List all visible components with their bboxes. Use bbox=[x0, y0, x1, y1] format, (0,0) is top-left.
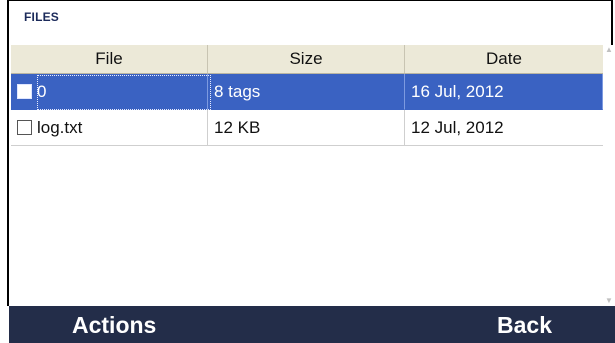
file-name: 0 bbox=[37, 81, 47, 101]
file-cell[interactable]: log.txt bbox=[11, 110, 208, 146]
table-row[interactable]: 0 8 tags 16 Jul, 2012 bbox=[11, 74, 603, 110]
size-cell: 8 tags bbox=[208, 74, 405, 110]
softkey-bar: Actions Back bbox=[9, 306, 615, 343]
table-row[interactable]: log.txt 12 KB 12 Jul, 2012 bbox=[11, 110, 603, 146]
file-cell[interactable]: 0 bbox=[11, 74, 208, 110]
page-title: FILES bbox=[24, 10, 60, 24]
date-cell: 16 Jul, 2012 bbox=[405, 74, 603, 110]
file-browser-screen: FILES File Size Date 0 8 tags 16 Jul, 20… bbox=[0, 0, 615, 343]
column-header-date[interactable]: Date bbox=[405, 45, 603, 73]
back-button[interactable]: Back bbox=[497, 312, 552, 339]
checkbox-icon[interactable] bbox=[17, 84, 32, 99]
file-name: log.txt bbox=[37, 117, 83, 137]
vertical-scrollbar[interactable]: ▲ ▼ bbox=[605, 45, 613, 306]
scroll-up-arrow-icon[interactable]: ▲ bbox=[605, 45, 613, 55]
files-panel: FILES File Size Date 0 8 tags 16 Jul, 20… bbox=[7, 0, 613, 306]
table-header: File Size Date bbox=[11, 45, 603, 74]
column-header-file[interactable]: File bbox=[11, 45, 208, 73]
scroll-down-arrow-icon[interactable]: ▼ bbox=[605, 296, 613, 306]
date-cell: 12 Jul, 2012 bbox=[405, 110, 603, 146]
actions-button[interactable]: Actions bbox=[72, 312, 156, 339]
files-table: File Size Date 0 8 tags 16 Jul, 2012 log… bbox=[11, 45, 603, 306]
left-edge bbox=[0, 0, 7, 343]
column-header-size[interactable]: Size bbox=[208, 45, 405, 73]
size-cell: 12 KB bbox=[208, 110, 405, 146]
title-bar: FILES bbox=[9, 1, 611, 45]
checkbox-icon[interactable] bbox=[17, 120, 32, 135]
